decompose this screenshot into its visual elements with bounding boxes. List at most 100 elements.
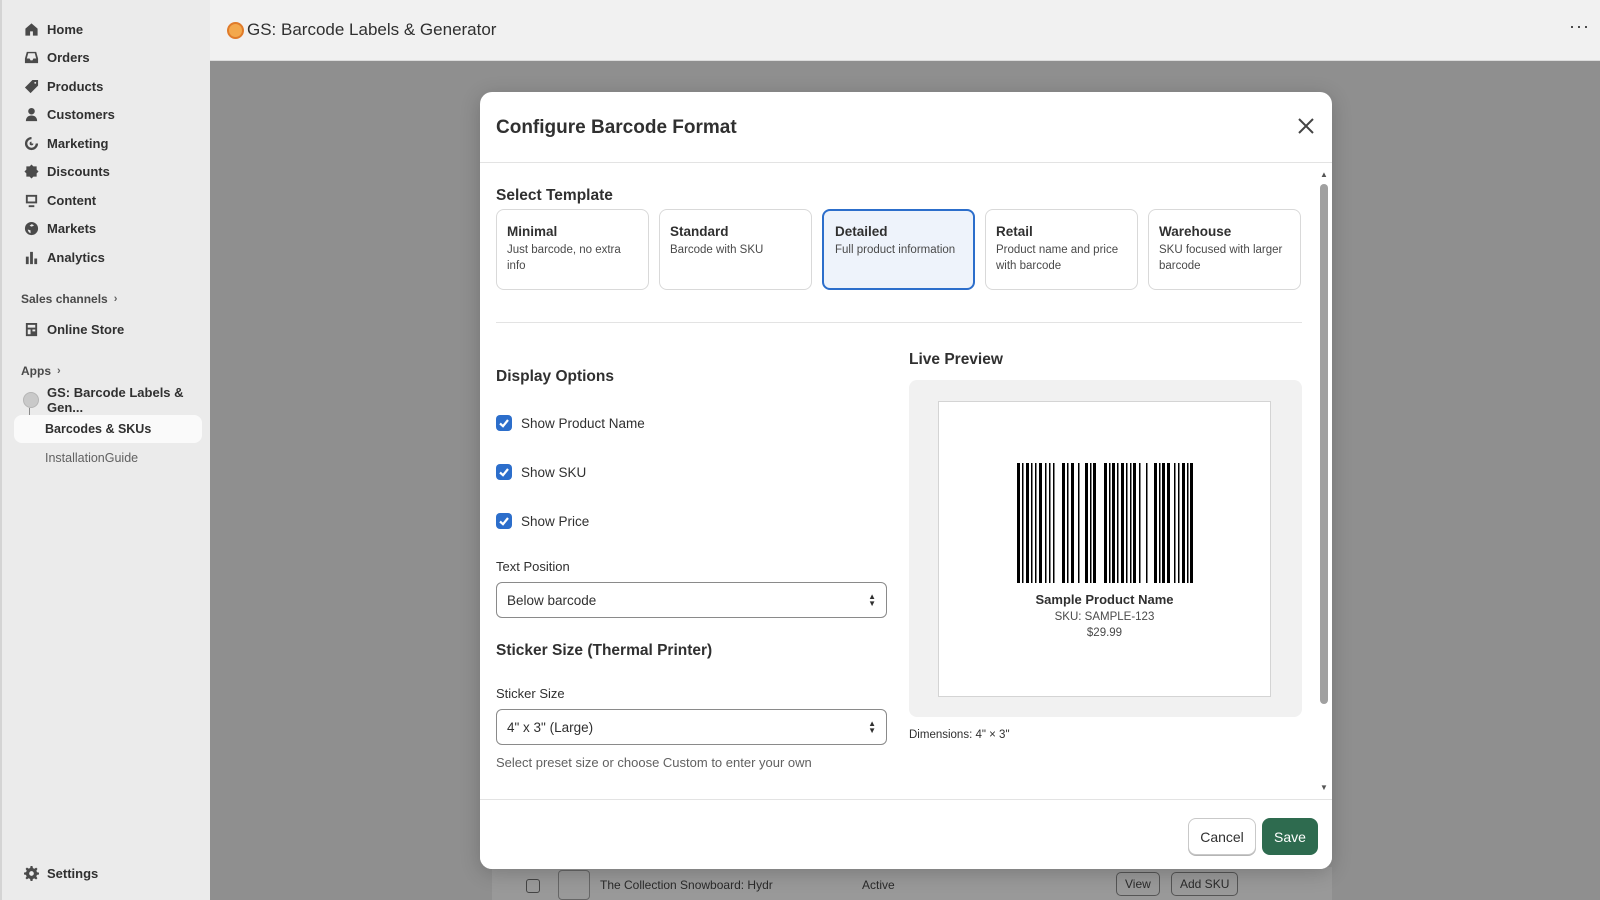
- chevron-right-icon: ›: [113, 293, 118, 305]
- checkbox-label: Show Price: [521, 513, 590, 529]
- barcode-image: [1017, 463, 1193, 583]
- nav-label: Discounts: [47, 163, 110, 179]
- store-icon: [23, 321, 39, 337]
- template-retail[interactable]: Retail Product name and price with barco…: [985, 209, 1138, 290]
- checkbox-label: Show SKU: [521, 464, 587, 480]
- nav-label: Settings: [47, 865, 99, 881]
- select-arrows-icon: ▲ ▼: [868, 592, 876, 608]
- template-name: Warehouse: [1159, 224, 1232, 239]
- globe-icon: [23, 220, 39, 236]
- nav-marketing[interactable]: Marketing: [14, 129, 202, 157]
- sales-channels-label: Sales channels: [21, 292, 108, 306]
- sales-channels-section[interactable]: Sales channels ›: [21, 292, 117, 306]
- more-icon[interactable]: ···: [1569, 17, 1590, 35]
- nav-installation-guide[interactable]: InstallationGuide: [14, 444, 202, 472]
- nav-products[interactable]: Products: [14, 72, 202, 100]
- scrollbar-thumb[interactable]: [1320, 184, 1328, 704]
- content-icon: [23, 192, 39, 208]
- nav-barcodes-skus[interactable]: Barcodes & SKUs: [14, 415, 202, 443]
- cancel-button[interactable]: Cancel: [1188, 818, 1256, 855]
- modal-body[interactable]: Select Template Minimal Just barcode, no…: [480, 92, 1332, 799]
- nav-label: Orders: [47, 49, 90, 65]
- checkmark-icon: [496, 513, 512, 529]
- nav-label: Marketing: [47, 135, 109, 151]
- live-preview-heading: Live Preview: [909, 351, 1003, 368]
- app-logo: [227, 21, 244, 39]
- template-desc: Product name and price with barcode: [996, 244, 1119, 272]
- nav-label: GS: Barcode Labels & Gen...: [47, 385, 184, 415]
- nav-label: Barcodes & SKUs: [45, 422, 152, 436]
- tag-icon: [23, 78, 39, 94]
- scroll-down-icon[interactable]: ▼: [1320, 783, 1328, 792]
- template-detailed[interactable]: Detailed Full product information: [822, 209, 975, 290]
- view-button: View: [1116, 872, 1160, 896]
- template-desc: Full product information: [835, 244, 956, 256]
- preview-panel: Sample Product Name SKU: SAMPLE-123 $29.…: [909, 380, 1302, 717]
- display-options-heading: Display Options: [496, 368, 614, 385]
- nav-orders[interactable]: Orders: [14, 43, 202, 71]
- template-warehouse[interactable]: Warehouse SKU focused with larger barcod…: [1148, 209, 1301, 290]
- modal-scrollbar[interactable]: ▲ ▼: [1319, 170, 1329, 792]
- nav-label: Content: [47, 192, 97, 208]
- checkbox-label: Show Product Name: [521, 415, 645, 431]
- app-title: GS: Barcode Labels & Generator: [247, 20, 497, 39]
- template-desc: SKU focused with larger barcode: [1159, 244, 1283, 272]
- apps-label: Apps: [21, 364, 51, 378]
- nav-label: Home: [47, 21, 84, 37]
- save-button[interactable]: Save: [1262, 818, 1318, 855]
- person-icon: [23, 106, 39, 122]
- nav-analytics[interactable]: Analytics: [14, 243, 202, 271]
- nav-label: Analytics: [47, 249, 105, 265]
- section-divider: [496, 322, 1302, 323]
- chevron-right-icon: ›: [57, 365, 61, 377]
- template-name: Standard: [670, 224, 729, 239]
- text-position-select[interactable]: Below barcode ▲ ▼: [496, 582, 887, 618]
- sticker-size-help: Select preset size or choose Custom to e…: [496, 755, 812, 770]
- add-sku-button: Add SKU: [1171, 872, 1239, 896]
- select-template-heading: Select Template: [496, 187, 613, 204]
- sticker-size-select[interactable]: 4" x 3" (Large) ▲ ▼: [496, 709, 887, 745]
- select-arrows-icon: ▲ ▼: [868, 719, 876, 735]
- table-row: The Collection Snowboard: Hydr Active Vi…: [492, 867, 1332, 900]
- sticker-size-heading: Sticker Size (Thermal Printer): [496, 642, 713, 659]
- show-price-checkbox[interactable]: Show Price: [496, 513, 589, 529]
- nav-online-store[interactable]: Online Store: [14, 315, 202, 343]
- configure-barcode-modal: Configure Barcode Format Select Template…: [480, 92, 1332, 869]
- product-name: The Collection Snowboard: Hydr: [600, 878, 773, 892]
- select-value: Below barcode: [507, 592, 597, 608]
- show-product-name-checkbox[interactable]: Show Product Name: [496, 415, 645, 431]
- nav-content[interactable]: Content: [14, 186, 202, 214]
- discount-icon: [23, 163, 39, 179]
- text-position-label: Text Position: [496, 559, 570, 574]
- template-minimal[interactable]: Minimal Just barcode, no extra info: [496, 209, 649, 290]
- preview-price: $29.99: [1086, 627, 1123, 639]
- status-badge: Active: [862, 878, 895, 892]
- preview-dimensions: Dimensions: 4" × 3": [909, 729, 1010, 741]
- checkmark-icon: [496, 415, 512, 431]
- nav-customers[interactable]: Customers: [14, 100, 202, 128]
- template-standard[interactable]: Standard Barcode with SKU: [659, 209, 812, 290]
- select-value: 4" x 3" (Large): [507, 719, 594, 735]
- bar-chart-icon: [23, 249, 39, 265]
- gear-icon: [23, 865, 39, 881]
- apps-section[interactable]: Apps ›: [21, 364, 61, 378]
- row-checkbox: [526, 879, 540, 893]
- nav-discounts[interactable]: Discounts: [14, 157, 202, 185]
- nav-label: Markets: [47, 220, 97, 236]
- label-preview: Sample Product Name SKU: SAMPLE-123 $29.…: [938, 401, 1271, 697]
- show-sku-checkbox[interactable]: Show SKU: [496, 464, 586, 480]
- nav-markets[interactable]: Markets: [14, 214, 202, 242]
- scroll-up-icon[interactable]: ▲: [1320, 170, 1328, 179]
- nav-app-barcode[interactable]: GS: Barcode Labels & Gen...: [14, 385, 202, 415]
- template-name: Minimal: [507, 224, 558, 239]
- preview-product-name: Sample Product Name: [1035, 592, 1174, 607]
- nav-label: InstallationGuide: [45, 451, 139, 465]
- target-icon: [23, 135, 39, 151]
- product-thumbnail: [558, 870, 590, 900]
- app-icon: [23, 392, 39, 408]
- inbox-icon: [23, 49, 39, 65]
- nav-home[interactable]: Home: [14, 15, 202, 43]
- sticker-size-label: Sticker Size: [496, 686, 565, 701]
- nav-settings[interactable]: Settings: [14, 859, 202, 887]
- modal-footer: Cancel Save: [480, 799, 1332, 869]
